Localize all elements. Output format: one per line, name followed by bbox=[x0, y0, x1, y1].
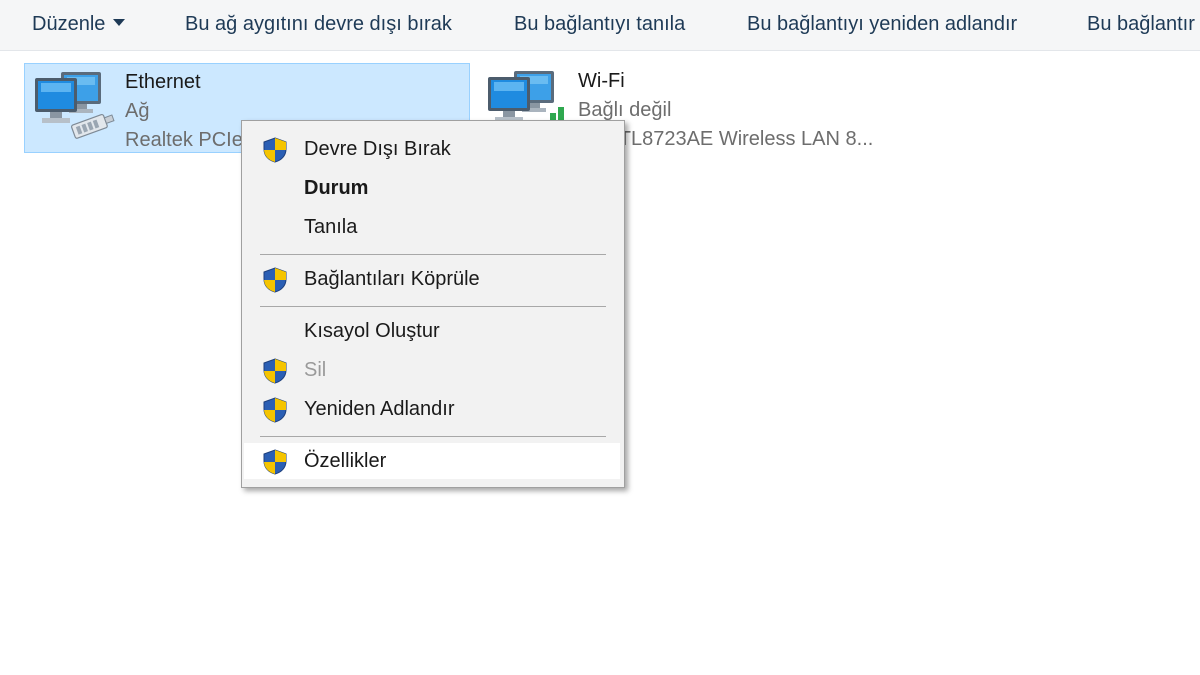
adapter-info: Ethernet Ağ Realtek PCIe bbox=[125, 68, 243, 155]
menu-separator bbox=[260, 436, 606, 437]
menu-item-label: Devre Dışı Bırak bbox=[304, 138, 451, 160]
connection-settings-button[interactable]: Bu bağlantır bbox=[1087, 9, 1195, 39]
uac-shield-icon bbox=[262, 449, 288, 475]
edit-menu-label: Düzenle bbox=[32, 13, 106, 35]
menu-item-label: Yeniden Adlandır bbox=[304, 398, 455, 420]
chevron-down-icon bbox=[113, 19, 126, 27]
disable-device-button[interactable]: Bu ağ aygıtını devre dışı bırak bbox=[185, 9, 452, 39]
uac-shield-icon bbox=[262, 137, 288, 163]
menu-separator bbox=[260, 306, 606, 307]
uac-shield-icon bbox=[262, 267, 288, 293]
menu-item-rename[interactable]: Yeniden Adlandır bbox=[244, 391, 620, 427]
menu-item-diagnose[interactable]: Tanıla bbox=[244, 209, 620, 245]
menu-item-disable[interactable]: Devre Dışı Bırak bbox=[244, 131, 620, 167]
command-bar: Düzenle Bu ağ aygıtını devre dışı bırak … bbox=[0, 0, 1200, 51]
diagnose-connection-button[interactable]: Bu bağlantıyı tanıla bbox=[514, 9, 685, 39]
menu-item-delete[interactable]: Sil bbox=[244, 352, 620, 388]
uac-shield-icon bbox=[262, 358, 288, 384]
ethernet-adapter-icon bbox=[31, 68, 115, 150]
menu-item-create-shortcut[interactable]: Kısayol Oluştur bbox=[244, 313, 620, 349]
adapter-name: Wi-Fi bbox=[578, 70, 625, 92]
menu-item-label: Özellikler bbox=[304, 450, 387, 472]
menu-item-status[interactable]: Durum bbox=[244, 170, 620, 206]
context-menu: Devre Dışı Bırak Durum Tanıla Bağlantıla… bbox=[241, 120, 625, 488]
network-connections-window: Düzenle Bu ağ aygıtını devre dışı bırak … bbox=[0, 0, 1200, 675]
uac-shield-icon bbox=[262, 397, 288, 423]
menu-item-bridge[interactable]: Bağlantıları Köprüle bbox=[244, 261, 620, 297]
menu-item-label: Sil bbox=[304, 359, 327, 381]
menu-item-label: Kısayol Oluştur bbox=[304, 320, 440, 342]
menu-item-label: Durum bbox=[304, 177, 369, 199]
menu-item-label: Tanıla bbox=[304, 216, 358, 238]
adapter-device: Realtek PCIe bbox=[125, 129, 243, 151]
adapter-status: Ağ bbox=[125, 100, 150, 122]
rename-connection-button[interactable]: Bu bağlantıyı yeniden adlandır bbox=[747, 9, 1017, 39]
menu-separator bbox=[260, 254, 606, 255]
adapter-name: Ethernet bbox=[125, 71, 201, 93]
menu-item-properties[interactable]: Özellikler bbox=[244, 443, 620, 479]
edit-menu-button[interactable]: Düzenle bbox=[32, 9, 126, 39]
menu-item-label: Bağlantıları Köprüle bbox=[304, 268, 480, 290]
